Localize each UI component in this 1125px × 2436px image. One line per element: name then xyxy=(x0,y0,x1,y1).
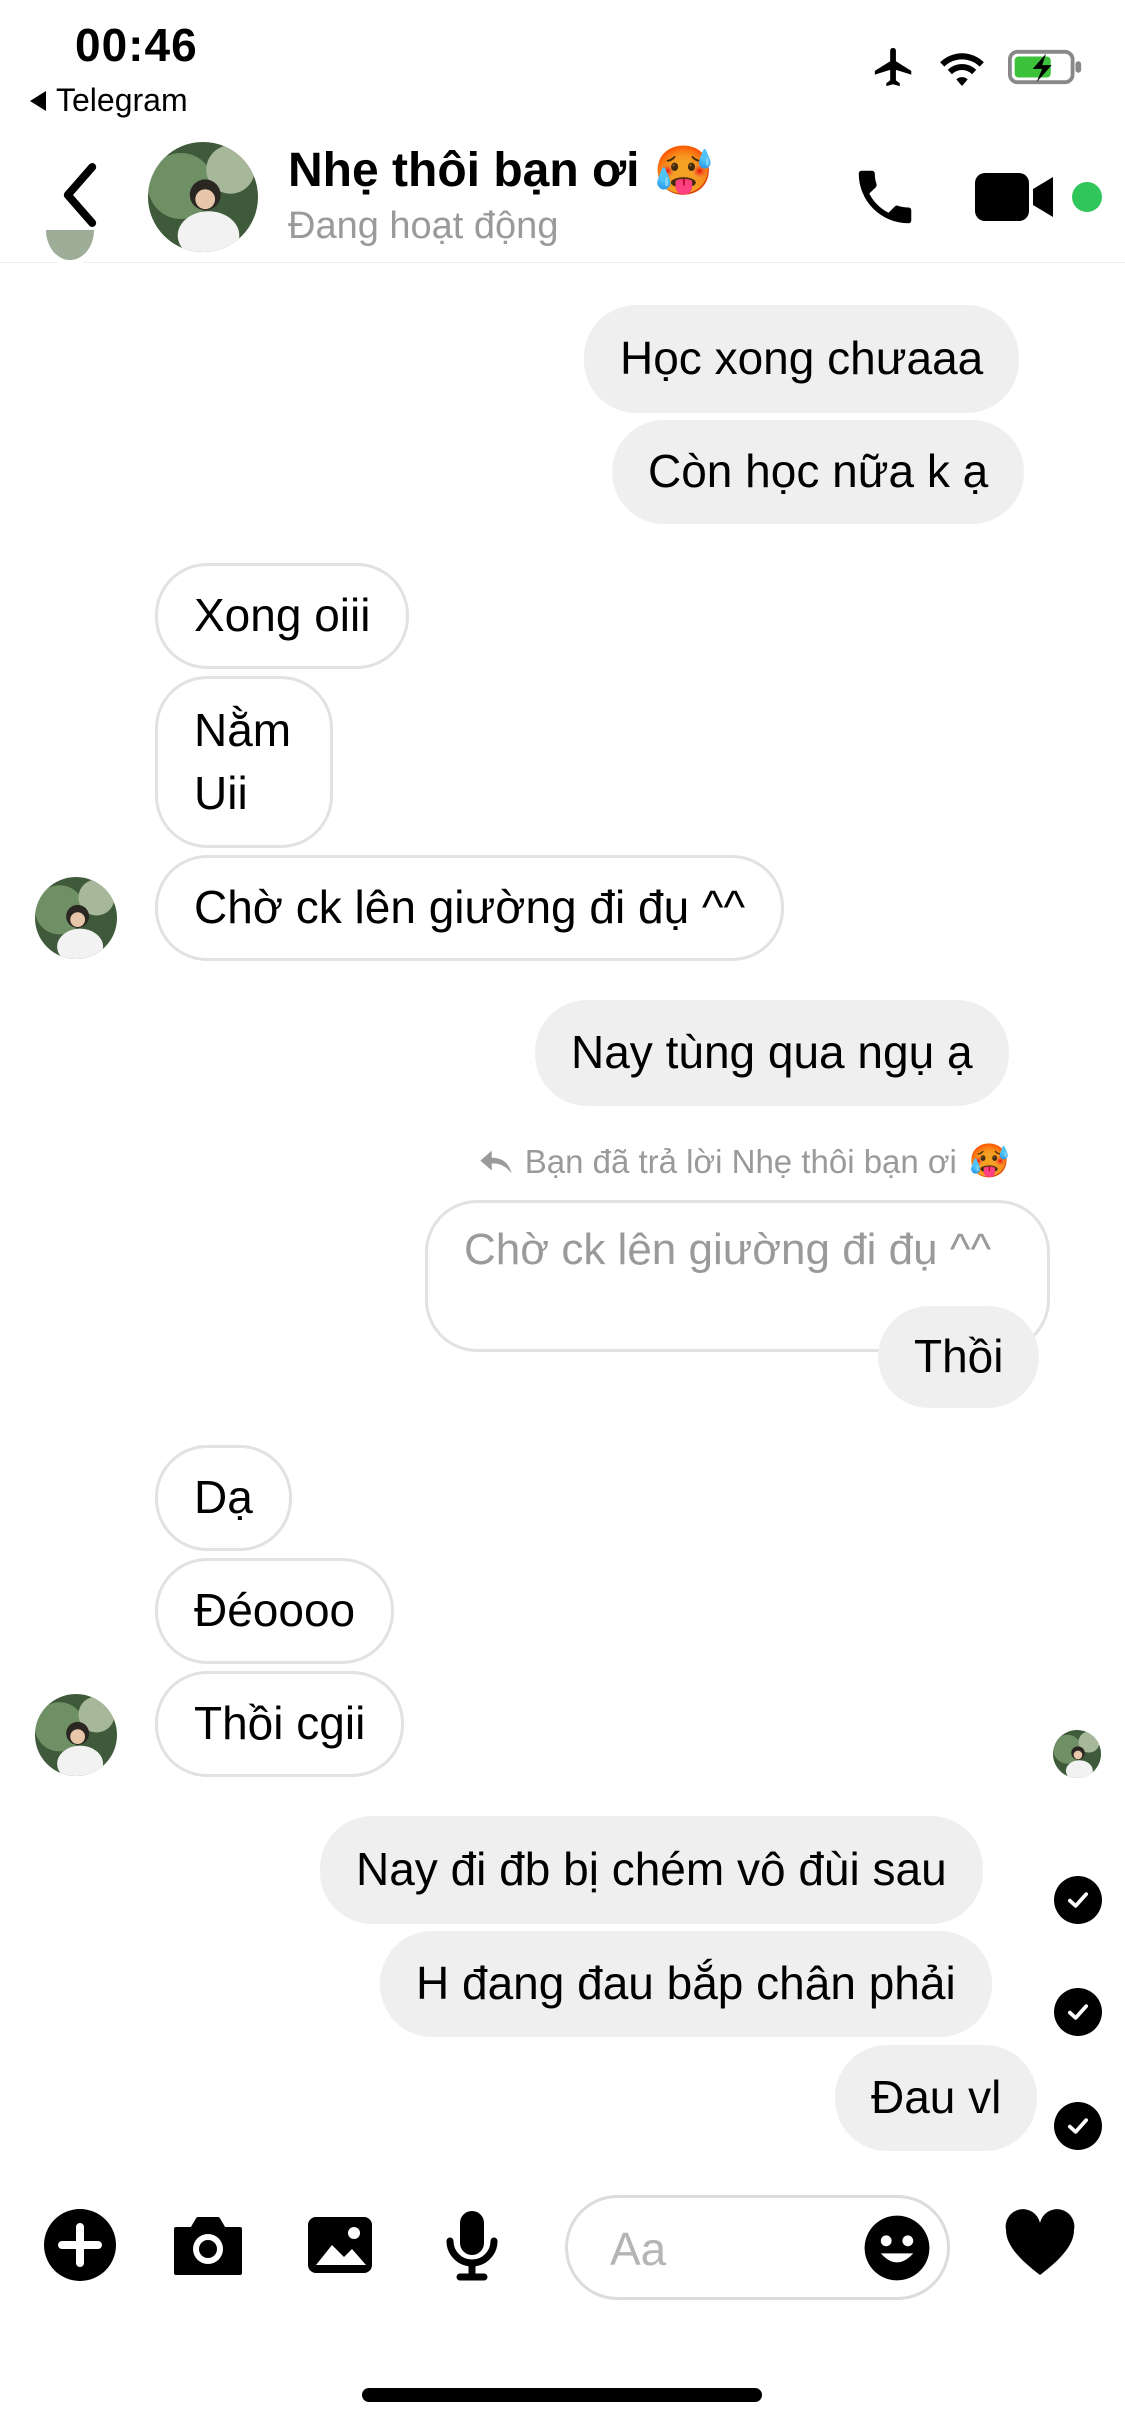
contact-avatar-small[interactable] xyxy=(35,1694,117,1776)
message-received[interactable]: Chờ ck lên giường đi đụ ^^ xyxy=(155,855,785,961)
checkmark-icon xyxy=(1054,2102,1102,2150)
message-sent[interactable]: Nay tùng qua ngụ ạ xyxy=(535,1000,1009,1106)
contact-name-emoji: 🥵 xyxy=(653,145,714,198)
wifi-icon xyxy=(940,53,984,86)
message-sent[interactable]: Còn học nữa k ạ xyxy=(612,420,1025,524)
message-received[interactable]: Nằm Uii xyxy=(155,676,333,848)
back-arrow-icon xyxy=(30,90,46,111)
message-sent[interactable]: Đau vl xyxy=(835,2045,1038,2151)
contact-name: Nhẹ thôi bạn ơi 🥵 xyxy=(288,142,713,199)
message-received[interactable]: Đéoooo xyxy=(155,1558,395,1664)
online-indicator xyxy=(1072,182,1102,212)
home-indicator xyxy=(362,2388,762,2402)
reply-note-emoji: 🥵 xyxy=(968,1142,1010,1179)
active-status: Đang hoạt động xyxy=(288,205,559,247)
airplane-icon xyxy=(874,47,912,87)
status-icons xyxy=(871,44,1085,90)
message-sent[interactable]: H đang đau bắp chân phải xyxy=(380,1931,992,2037)
checkmark-icon xyxy=(1054,1988,1102,2036)
reply-arrow-icon xyxy=(480,1150,512,1173)
status-time: 00:46 xyxy=(75,19,198,71)
contact-name-text: Nhẹ thôi bạn ơi xyxy=(288,144,640,197)
microphone-icon[interactable] xyxy=(432,2205,512,2285)
message-received[interactable]: Xong oiii xyxy=(155,563,410,669)
message-sent[interactable]: Nay đi đb bị chém vô đùi sau xyxy=(320,1816,983,1924)
message-sent[interactable]: Học xong chưaaa xyxy=(584,305,1020,413)
contact-avatar[interactable] xyxy=(148,142,258,252)
back-app-label: Telegram xyxy=(56,82,188,118)
avatar xyxy=(45,230,95,266)
contact-avatar-small[interactable] xyxy=(35,877,117,959)
heart-icon[interactable] xyxy=(1000,2205,1080,2285)
checkmark-icon xyxy=(1054,1876,1102,1924)
back-chevron-icon[interactable] xyxy=(50,160,110,230)
seen-avatar xyxy=(1053,1730,1101,1778)
video-camera-icon[interactable] xyxy=(975,168,1055,226)
message-sent[interactable]: Thồi xyxy=(878,1306,1040,1408)
message-input[interactable] xyxy=(608,2220,832,2278)
message-received[interactable]: Dạ xyxy=(155,1445,292,1551)
emoji-icon[interactable] xyxy=(861,2212,933,2284)
reply-indicator: Bạn đã trả lời Nhẹ thôi bạn ơi 🥵 xyxy=(479,1142,1010,1181)
message-composer[interactable] xyxy=(565,2195,950,2300)
phone-icon[interactable] xyxy=(850,162,920,232)
message-received[interactable]: Thồi cgii xyxy=(155,1671,405,1777)
battery-icon xyxy=(1008,49,1082,85)
reply-note-text: Bạn đã trả lời Nhẹ thôi bạn ơi xyxy=(524,1142,957,1180)
back-to-app-link[interactable]: Telegram xyxy=(30,82,188,119)
plus-icon[interactable] xyxy=(40,2205,120,2285)
camera-icon[interactable] xyxy=(168,2205,248,2285)
header-divider xyxy=(0,262,1125,263)
image-icon[interactable] xyxy=(300,2205,380,2285)
